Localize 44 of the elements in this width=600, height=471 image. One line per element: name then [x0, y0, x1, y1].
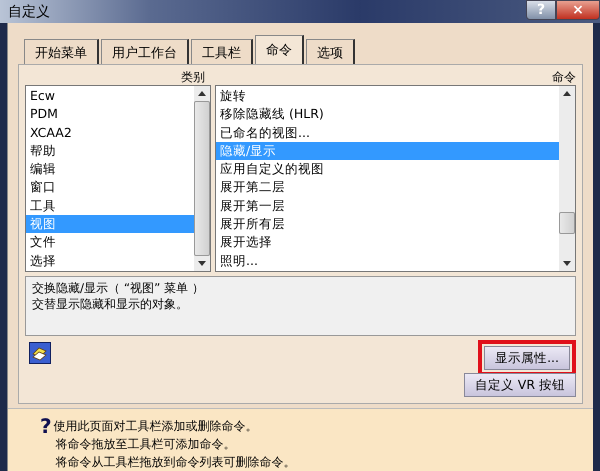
list-item[interactable]: PDM — [26, 105, 194, 124]
list-item[interactable]: 展开所有层 — [216, 215, 559, 234]
close-button[interactable]: × — [556, 0, 600, 20]
list-item[interactable]: 工具 — [26, 196, 194, 216]
up-arrow-icon[interactable] — [563, 91, 571, 96]
tab[interactable]: 工具栏 — [191, 39, 253, 64]
list-item[interactable]: 选择 — [26, 252, 194, 270]
scrollbar[interactable] — [194, 86, 210, 271]
list-item[interactable]: 编辑 — [26, 160, 194, 178]
list-item[interactable]: 照明... — [216, 252, 559, 270]
tab[interactable]: 命令 — [255, 35, 304, 64]
list-item[interactable]: 移除隐藏线 (HLR) — [216, 105, 559, 124]
action-button[interactable]: 自定义 VR 按钮 — [464, 373, 576, 397]
list-item[interactable]: 窗口 — [26, 178, 194, 197]
help-text: 将命令从工具栏拖放到命令列表可删除命令。 — [54, 454, 296, 471]
list-item[interactable]: Ecw — [26, 87, 194, 106]
tab[interactable]: 开始菜单 — [24, 39, 99, 64]
tab[interactable]: 选项 — [306, 39, 355, 64]
description-text: 交换隐藏/显示（ “视图” 菜单 ） — [32, 280, 205, 296]
scroll-thumb[interactable] — [559, 212, 575, 234]
up-arrow-icon[interactable] — [198, 91, 206, 96]
scroll-thumb[interactable] — [194, 101, 210, 256]
action-button[interactable]: 显示属性... — [484, 346, 570, 370]
help-icon: ? — [40, 417, 52, 471]
list-item[interactable]: 应用自定义的视图 — [216, 160, 559, 178]
list-item[interactable]: 展开第二层 — [216, 178, 559, 197]
list-item[interactable]: 展开第一层 — [216, 196, 559, 216]
command-icon — [29, 342, 51, 364]
list-item[interactable]: 文件 — [26, 233, 194, 252]
list-item[interactable]: 旋转 — [216, 87, 559, 106]
down-arrow-icon[interactable] — [563, 261, 571, 266]
list-item[interactable]: 展开选择 — [216, 233, 559, 252]
help-text: 使用此页面对工具栏添加或删除命令。 — [54, 418, 259, 435]
down-arrow-icon[interactable] — [198, 261, 206, 266]
description-text: 交替显示隐藏和显示的对象。 — [32, 296, 189, 312]
list-item[interactable]: 帮助 — [26, 142, 194, 160]
window-title: 自定义 — [7, 2, 50, 20]
list-heading: 类别 — [180, 69, 205, 85]
list-heading: 命令 — [551, 69, 576, 85]
list-item[interactable]: XCAA2 — [26, 124, 194, 142]
tab[interactable]: 用户工作台 — [101, 39, 189, 64]
help-text: 将命令拖放至工具栏可添加命令。 — [54, 436, 237, 453]
scrollbar[interactable] — [559, 86, 575, 271]
list-item[interactable]: 已命名的视图... — [216, 124, 559, 142]
